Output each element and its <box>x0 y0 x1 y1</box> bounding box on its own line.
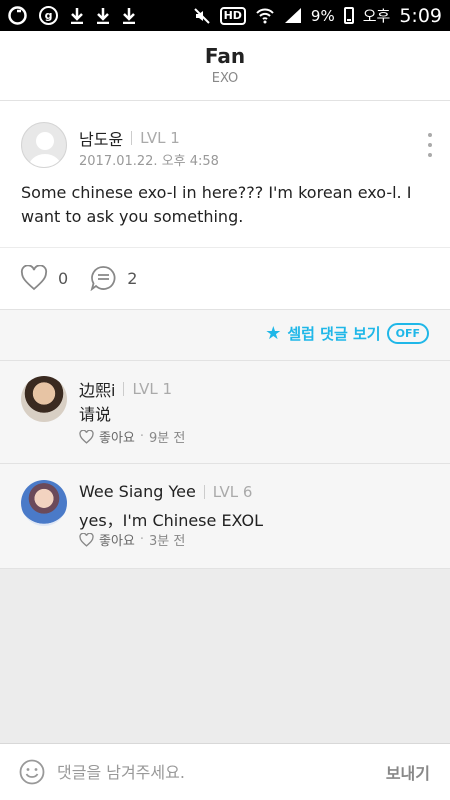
post-actions: 0 2 <box>20 265 159 291</box>
comment-author-name[interactable]: 边熙i <box>79 377 115 401</box>
celeb-filter-bar: ★ 셀럽 댓글 보기 OFF <box>0 310 450 361</box>
comment-author-line: 边熙i LVL 1 <box>79 377 172 401</box>
star-icon: ★ <box>265 323 282 344</box>
comment-like-button[interactable]: 좋아요 <box>99 530 135 549</box>
status-bar: g HD 9% 오후 5:09 <box>0 0 450 31</box>
battery-icon <box>343 7 354 24</box>
status-time: 5:09 <box>399 4 442 27</box>
emoji-button[interactable] <box>19 759 45 785</box>
divider <box>123 382 125 396</box>
divider <box>203 484 205 499</box>
wifi-icon <box>255 7 275 24</box>
comment-author-name[interactable]: Wee Siang Yee <box>79 482 196 501</box>
comment-like-button[interactable]: 좋아요 <box>99 427 135 446</box>
heart-icon[interactable] <box>79 429 94 444</box>
empty-area <box>0 569 450 743</box>
celeb-comments-toggle[interactable]: ★ 셀럽 댓글 보기 OFF <box>265 323 429 344</box>
comment-bubble-icon <box>90 266 116 291</box>
toggle-state-badge: OFF <box>386 323 429 344</box>
post-author-avatar[interactable] <box>21 122 67 168</box>
page-subtitle: EXO <box>211 71 239 86</box>
download-icon <box>122 7 136 24</box>
comment-meta: 좋아요 · 9분 전 <box>79 427 185 446</box>
status-left: g <box>8 6 136 25</box>
more-options-icon[interactable] <box>426 133 434 157</box>
like-count: 0 <box>58 268 69 288</box>
comment-text: 请说 <box>79 405 112 424</box>
comment-author-line: Wee Siang Yee LVL 6 <box>79 482 252 501</box>
download-icon <box>96 7 110 24</box>
divider <box>131 131 133 145</box>
comment-input-bar: 보내기 <box>0 743 450 800</box>
post-author-name[interactable]: 남도윤 <box>79 126 123 150</box>
send-button[interactable]: 보내기 <box>386 760 430 784</box>
comment-count: 2 <box>127 268 138 288</box>
smiley-icon <box>19 759 45 785</box>
post-date: 2017.01.22. 오후 4:58 <box>79 154 219 169</box>
comment-text: yes，I'm Chinese EXOL <box>79 511 264 530</box>
status-ampm: 오후 <box>362 7 391 25</box>
divider <box>0 247 450 248</box>
meta-separator: · <box>139 532 145 547</box>
comment-button[interactable]: 2 <box>90 265 137 291</box>
post-author-line: 남도윤 LVL 1 <box>79 126 180 150</box>
comment-author-avatar[interactable] <box>21 376 67 422</box>
post-card: 남도윤 LVL 1 2017.01.22. 오후 4:58 Some chine… <box>0 101 450 310</box>
comment-author-avatar[interactable] <box>21 480 67 526</box>
comment-item: Wee Siang Yee LVL 6 yes，I'm Chinese EXOL… <box>0 464 450 569</box>
page-header: Fan EXO <box>0 31 450 101</box>
comment-meta: 좋아요 · 3분 전 <box>79 530 185 549</box>
meta-separator: · <box>139 429 145 444</box>
comment-time: 3분 전 <box>149 534 186 549</box>
comment-time: 9분 전 <box>149 431 186 446</box>
post-author-level: LVL 1 <box>140 129 180 147</box>
comment-input[interactable] <box>57 762 357 782</box>
g-app-icon: g <box>39 6 58 25</box>
default-avatar-icon <box>28 132 62 167</box>
celeb-toggle-label: 셀럽 댓글 보기 <box>287 325 381 343</box>
like-button[interactable]: 0 <box>20 265 68 291</box>
comment-item: 边熙i LVL 1 请说 좋아요 · 9분 전 <box>0 361 450 464</box>
heart-icon <box>20 265 48 291</box>
page-title: Fan <box>204 44 246 68</box>
hd-voice-icon: HD <box>219 6 246 25</box>
status-right: HD 9% 오후 5:09 <box>193 5 442 27</box>
download-icon <box>70 7 84 24</box>
comment-author-level: LVL 1 <box>132 380 173 398</box>
mute-icon <box>193 7 211 25</box>
signal-icon <box>284 7 302 24</box>
comment-author-level: LVL 6 <box>212 482 253 501</box>
heart-icon[interactable] <box>79 532 94 547</box>
post-body: Some chinese exo-l in here??? I'm korean… <box>21 183 412 226</box>
app-notification-icon <box>8 6 27 25</box>
battery-percent: 9% <box>310 6 335 25</box>
